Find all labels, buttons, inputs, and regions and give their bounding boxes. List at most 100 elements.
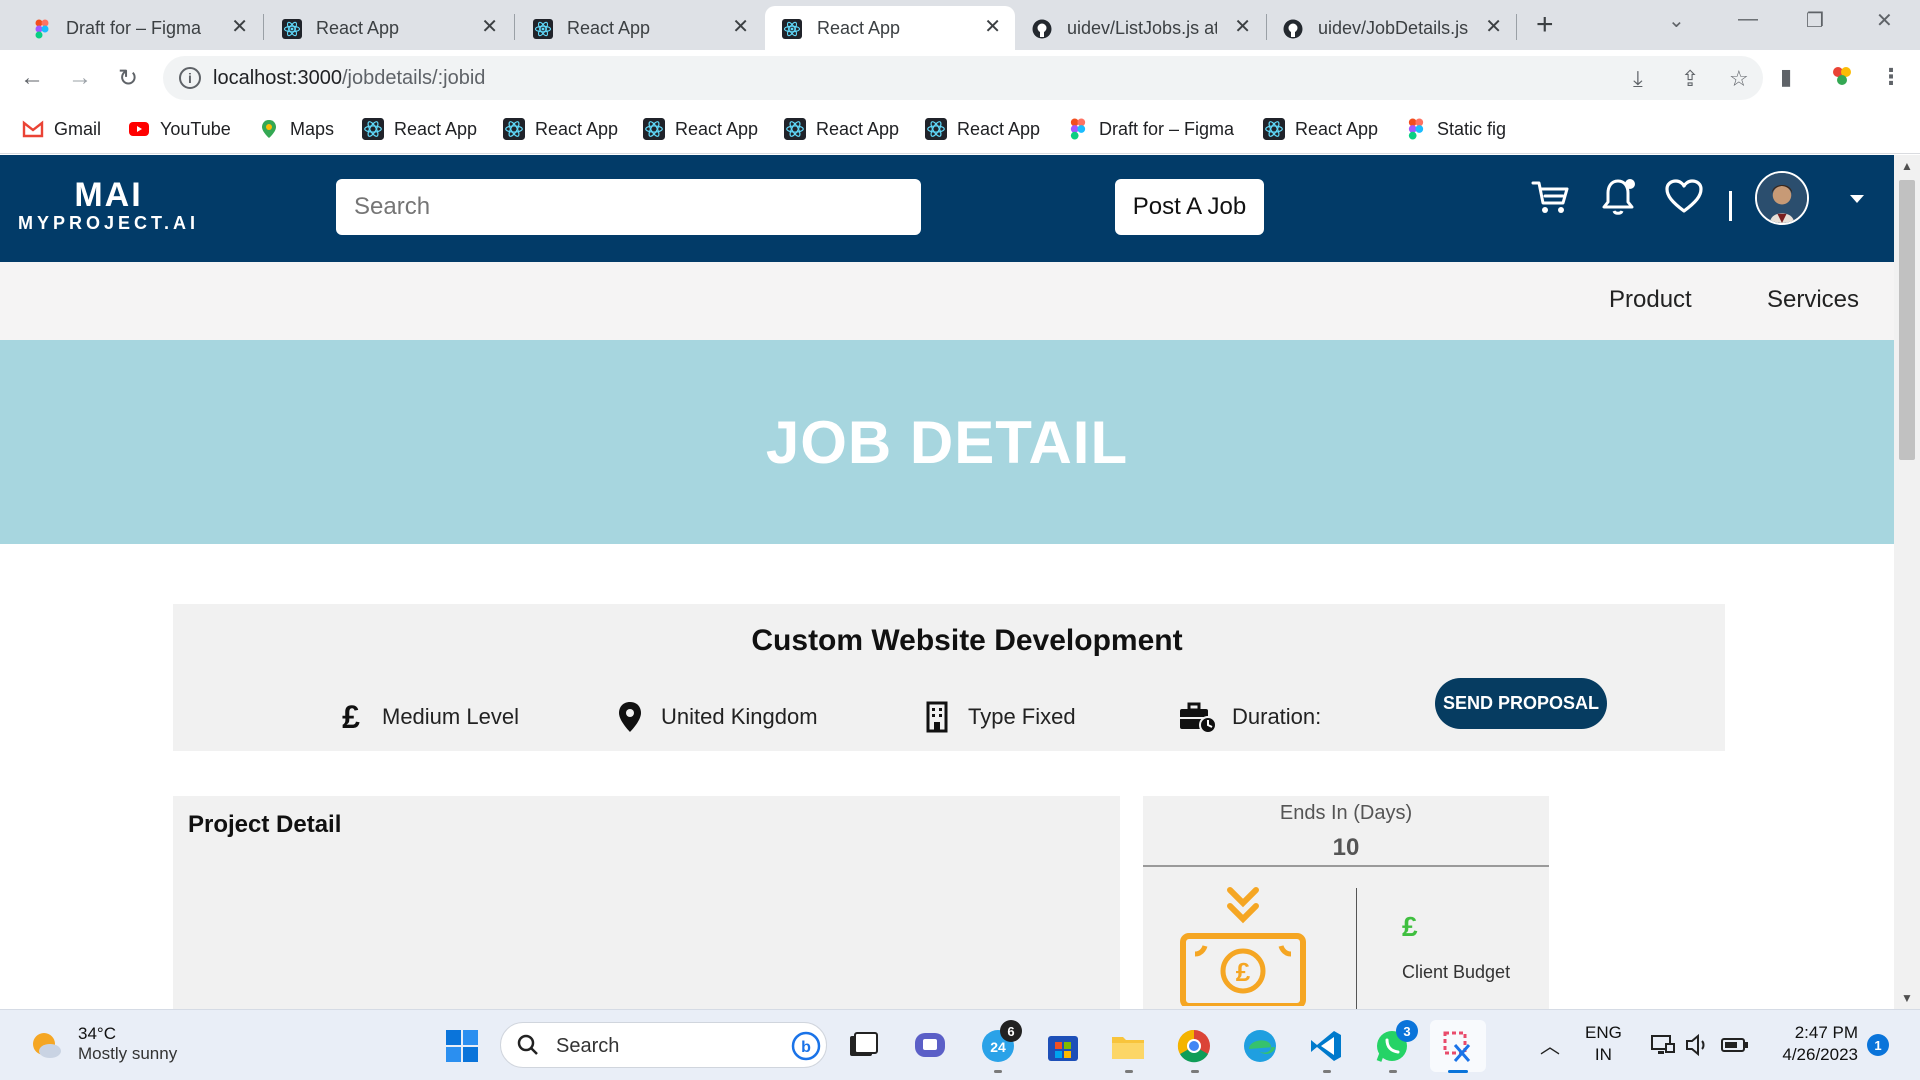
reload-icon[interactable]: ↻	[112, 62, 144, 94]
bookmark-react-app[interactable]: React App	[643, 118, 758, 140]
sub-navigation: Product Services	[0, 262, 1894, 340]
file-explorer-icon[interactable]	[1109, 1027, 1147, 1065]
close-icon[interactable]: ✕	[231, 16, 248, 38]
window-close-icon[interactable]: ✕	[1876, 8, 1893, 33]
briefcase-clock-icon	[1180, 702, 1217, 734]
site-logo[interactable]: MAI MYPROJECT.AI	[18, 177, 199, 233]
site-info-icon[interactable]: i	[179, 67, 201, 89]
calendar-day: 24	[990, 1039, 1006, 1055]
logo-name: MYPROJECT.AI	[18, 213, 200, 233]
tab-title: React App	[817, 18, 901, 38]
weather-widget[interactable]: 34°C Mostly sunny	[28, 1024, 177, 1064]
extension-icon[interactable]	[1830, 64, 1854, 88]
notification-badge[interactable]: 1	[1867, 1034, 1889, 1056]
language-indicator[interactable]: ENG IN	[1585, 1022, 1622, 1066]
new-tab-plus-icon[interactable]: +	[1536, 10, 1554, 40]
bookmark-react-app[interactable]: React App	[503, 118, 618, 140]
app-running-indicator	[1323, 1070, 1331, 1073]
address-bar[interactable]: i localhost:3000/jobdetails/:jobid ⤓ ⇪ ☆	[163, 56, 1763, 100]
bookmark-react-app[interactable]: React App	[925, 118, 1040, 140]
browser-tab[interactable]: React App ✕	[250, 6, 512, 50]
temperature: 34°C	[78, 1024, 116, 1043]
browser-tab[interactable]: React App ✕	[501, 6, 763, 50]
job-summary-card: Custom Website Development £ Medium Leve…	[173, 604, 1725, 751]
chevron-down-icon[interactable]	[1850, 195, 1864, 203]
react-icon	[782, 19, 802, 39]
app-running-indicator	[1389, 1070, 1397, 1073]
browser-tab[interactable]: uidev/ListJobs.js at ✕	[1015, 6, 1265, 50]
browser-tab[interactable]: uidev/JobDetails.js ✕	[1266, 6, 1516, 50]
post-job-button[interactable]: Post A Job	[1115, 179, 1264, 235]
browser-tab-strip: Draft for – Figma ✕ React App ✕ React Ap…	[0, 0, 1920, 50]
app-running-indicator	[994, 1070, 1002, 1073]
microsoft-store-icon[interactable]	[1044, 1027, 1082, 1065]
url-text[interactable]: localhost:3000/jobdetails/:jobid	[213, 67, 485, 90]
clock[interactable]: 2:47 PM 4/26/2023	[1758, 1022, 1858, 1066]
svg-text:£: £	[1236, 957, 1251, 987]
site-search-input[interactable]	[336, 179, 921, 235]
minimize-icon[interactable]: —	[1738, 8, 1758, 31]
bookmark-gmail[interactable]: Gmail	[22, 118, 101, 140]
figma-icon	[1408, 118, 1424, 140]
chrome-icon[interactable]	[1175, 1027, 1213, 1065]
cart-icon[interactable]	[1528, 175, 1572, 219]
restore-icon[interactable]: ❐	[1806, 8, 1824, 33]
task-view-icon[interactable]	[844, 1027, 882, 1065]
side-panel-icon[interactable]: ▮	[1780, 64, 1792, 90]
scroll-down-arrow-icon[interactable]: ▼	[1901, 991, 1913, 1005]
volume-icon[interactable]	[1684, 1032, 1710, 1058]
calendar-badge: 6	[1000, 1020, 1022, 1042]
gmail-icon	[22, 120, 44, 138]
snipping-tool-active-app[interactable]	[1430, 1020, 1486, 1073]
taskbar-search-box[interactable]: Search b	[500, 1022, 827, 1068]
bookmark-youtube[interactable]: YouTube	[128, 118, 231, 140]
tab-title: uidev/JobDetails.js	[1318, 18, 1468, 38]
bookmark-figma-draft[interactable]: Draft for – Figma	[1067, 118, 1234, 140]
close-icon[interactable]: ✕	[1485, 16, 1502, 38]
back-arrow-icon[interactable]: ←	[16, 62, 48, 94]
tab-search-chevron-icon[interactable]: ⌄	[1668, 8, 1685, 33]
close-icon[interactable]: ✕	[984, 16, 1001, 38]
show-hidden-icons-chevron-up-icon[interactable]: ︿	[1540, 1030, 1560, 1059]
budget-divider	[1143, 865, 1549, 867]
bookmark-star-icon[interactable]: ☆	[1729, 66, 1749, 92]
bookmark-react-app[interactable]: React App	[1263, 118, 1378, 140]
browser-tab-active[interactable]: React App ✕	[765, 6, 1015, 50]
share-icon[interactable]: ⇪	[1681, 66, 1699, 92]
heart-icon[interactable]	[1662, 175, 1706, 219]
bookmark-label: Static fig	[1437, 118, 1507, 139]
bookmark-react-app[interactable]: React App	[784, 118, 899, 140]
clock-date: 4/26/2023	[1782, 1045, 1858, 1064]
nav-link-services[interactable]: Services	[1767, 286, 1859, 314]
bookmark-maps[interactable]: Maps	[258, 118, 334, 140]
windows-start-icon[interactable]	[443, 1027, 481, 1065]
forward-arrow-icon[interactable]: →	[64, 62, 96, 94]
page-scrollbar[interactable]: ▲ ▼	[1894, 155, 1920, 1009]
close-icon[interactable]: ✕	[1234, 16, 1251, 38]
scrollbar-thumb[interactable]	[1899, 180, 1915, 460]
network-icon[interactable]	[1650, 1032, 1676, 1058]
bookmark-label: React App	[957, 118, 1041, 139]
job-title: Custom Website Development	[751, 624, 1183, 657]
bookmark-react-app[interactable]: React App	[362, 118, 477, 140]
browser-tab[interactable]: Draft for – Figma ✕	[0, 6, 262, 50]
browser-toolbar: ← → ↻ i localhost:3000/jobdetails/:jobid…	[0, 50, 1920, 106]
kebab-menu-icon[interactable]: ⋮	[1880, 64, 1902, 90]
edge-icon[interactable]	[1241, 1027, 1279, 1065]
url-host: localhost:3000	[213, 67, 342, 89]
avatar[interactable]	[1755, 171, 1809, 225]
bookmark-label: Draft for – Figma	[1099, 118, 1235, 139]
figma-icon	[35, 19, 49, 39]
bell-icon[interactable]	[1596, 175, 1640, 219]
battery-icon[interactable]	[1720, 1032, 1750, 1058]
teams-chat-icon[interactable]	[911, 1027, 949, 1065]
bookmark-static-fig[interactable]: Static fig	[1405, 118, 1506, 140]
close-icon[interactable]: ✕	[481, 16, 498, 38]
pound-icon: £	[342, 698, 360, 735]
send-proposal-button[interactable]: SEND PROPOSAL	[1435, 678, 1607, 729]
vscode-icon[interactable]	[1307, 1027, 1345, 1065]
install-app-icon[interactable]: ⤓	[1633, 66, 1643, 92]
nav-link-product[interactable]: Product	[1609, 286, 1692, 314]
close-icon[interactable]: ✕	[732, 16, 749, 38]
scroll-up-arrow-icon[interactable]: ▲	[1901, 159, 1913, 173]
